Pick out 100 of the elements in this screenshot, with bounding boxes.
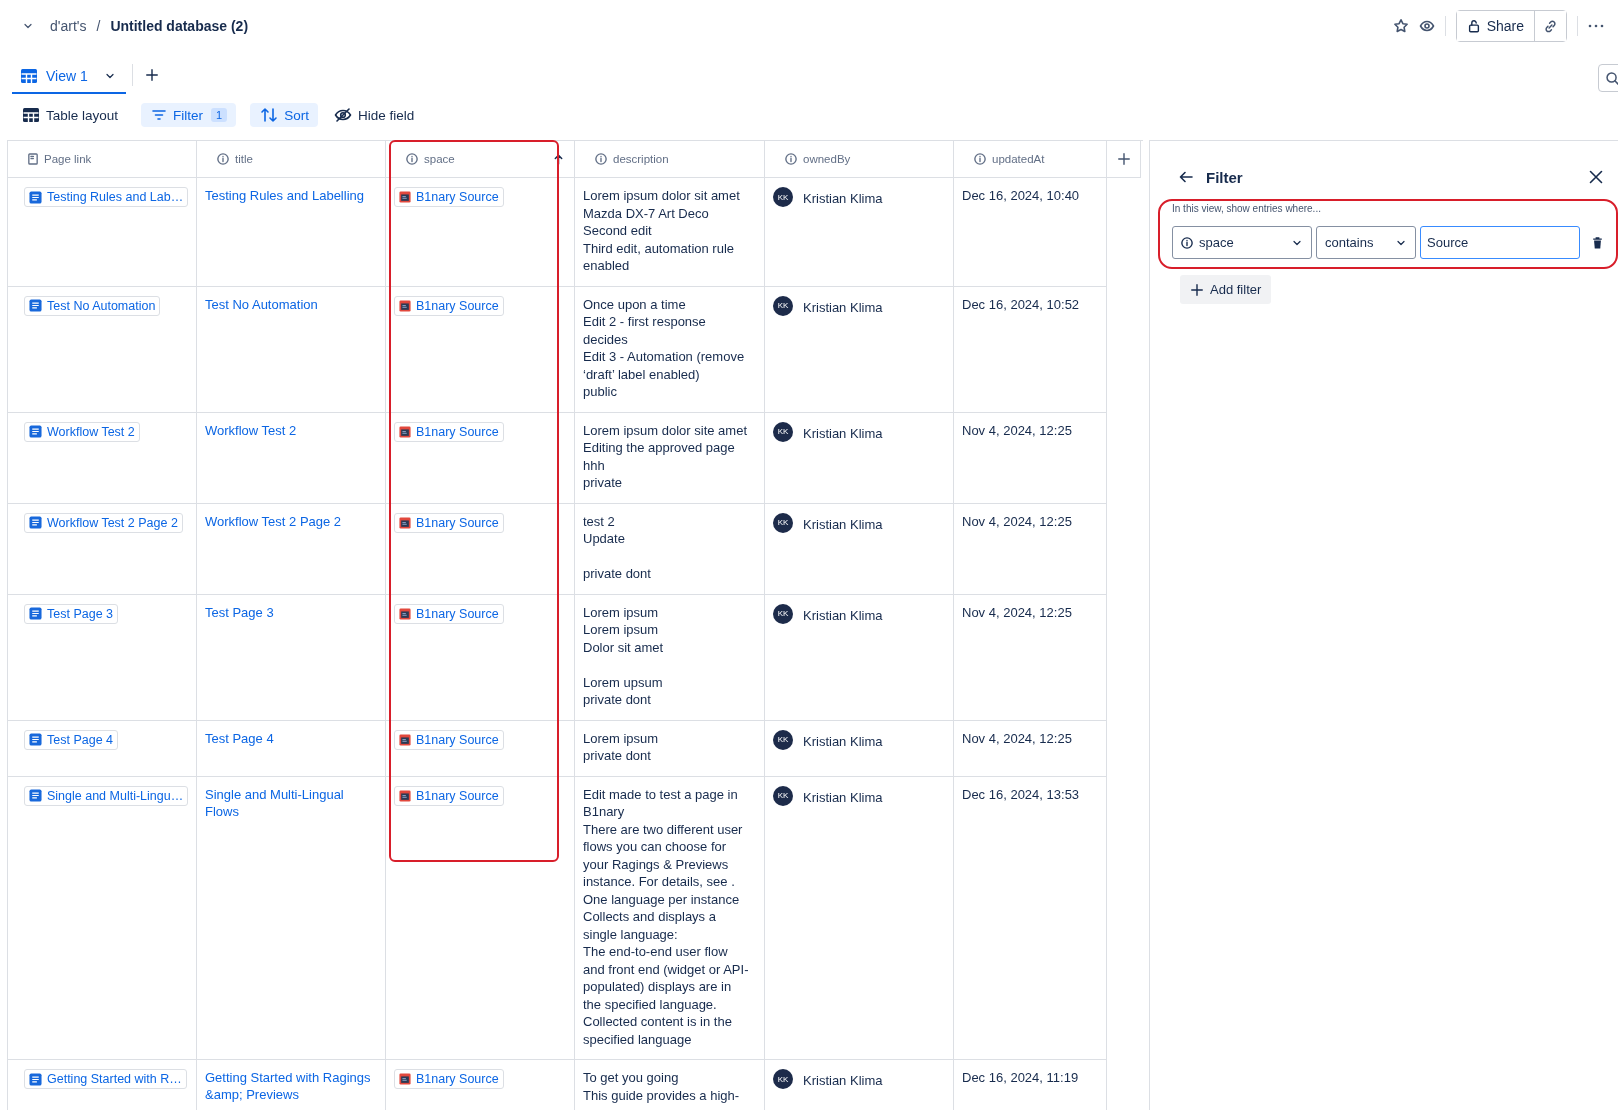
avatar: KK — [773, 785, 793, 806]
space-icon — [399, 516, 411, 529]
title-link[interactable]: Test Page 4 — [205, 729, 274, 747]
space-link[interactable]: B1nary Source — [394, 295, 504, 316]
column-header[interactable]: space — [424, 153, 455, 165]
add-view-icon[interactable] — [144, 68, 159, 82]
filter-hint: In this view, show entries where... — [1172, 203, 1322, 214]
avatar: KK — [773, 187, 793, 207]
eye-icon[interactable] — [1418, 18, 1435, 34]
description-text: To get you going This guide provides a high- — [583, 1069, 741, 1104]
page-link[interactable]: Workflow Test 2 — [24, 421, 140, 442]
space-link[interactable]: B1nary Source — [394, 1069, 504, 1089]
space-link[interactable]: B1nary Source — [394, 512, 504, 533]
title-link[interactable]: Test Page 3 — [205, 603, 274, 621]
panel-title: Filter — [1206, 168, 1243, 186]
owner-name: Kristian Klima — [803, 191, 883, 206]
date-text: Dec 16, 2024, 10:40 — [962, 188, 1080, 203]
description-text: Lorem ipsum dolor site amet Editing the approved page hhh private — [583, 421, 748, 492]
space-icon — [399, 607, 411, 620]
title-link[interactable]: Testing Rules and Labelling — [205, 187, 364, 204]
close-icon[interactable] — [1588, 169, 1604, 185]
owner-name: Kristian Klima — [803, 1073, 883, 1088]
space-icon — [399, 733, 411, 746]
title-link[interactable]: Single and Multi-Lingual Flows — [205, 785, 377, 820]
space-link[interactable]: B1nary Source — [394, 603, 504, 624]
date-text: Nov 4, 2024, 12:25 — [962, 730, 1072, 746]
star-icon[interactable] — [1392, 18, 1409, 34]
description-text: Lorem ipsum private dont — [583, 729, 660, 765]
description-text: Lorem ipsum dolor sit amet Mazda DX-7 Art Deco Second edit Third edit, automation rule enabled — [583, 187, 741, 275]
eye-slash-icon — [333, 107, 352, 123]
avatar: KK — [773, 1069, 793, 1089]
more-icon[interactable] — [1588, 24, 1604, 28]
date-text: Nov 4, 2024, 12:25 — [962, 604, 1072, 620]
space-link[interactable]: B1nary Source — [394, 187, 504, 207]
column-header[interactable]: description — [613, 153, 669, 165]
avatar: KK — [773, 512, 793, 533]
avatar: KK — [773, 603, 793, 624]
filter-value-input[interactable]: Source — [1420, 226, 1580, 259]
trash-icon[interactable] — [1592, 236, 1603, 249]
search-icon[interactable] — [1605, 70, 1618, 86]
space-icon — [399, 789, 411, 802]
owner-name: Kristian Klima — [803, 607, 883, 623]
description-text: Lorem ipsum Lorem ipsum Dolor sit amet Lorem upsum private dont — [583, 603, 665, 709]
back-arrow-icon[interactable] — [1178, 169, 1194, 185]
column-header[interactable]: ownedBy — [803, 153, 851, 165]
owner-name: Kristian Klima — [803, 789, 883, 805]
table-layout-button[interactable]: Table layout — [20, 103, 128, 127]
page-title: Untitled database (2) — [110, 18, 249, 34]
title-link[interactable]: Workflow Test 2 Page 2 — [205, 512, 342, 530]
share-button[interactable]: Share — [1456, 11, 1535, 41]
table-icon — [22, 107, 40, 123]
column-header[interactable]: updatedAt — [992, 153, 1045, 165]
owner-name: Kristian Klima — [803, 516, 883, 532]
date-text: Dec 16, 2024, 11:19 — [962, 1070, 1079, 1085]
space-link[interactable]: B1nary Source — [394, 421, 504, 442]
sort-button[interactable]: Sort — [250, 103, 318, 127]
info-icon — [595, 153, 607, 165]
document-icon — [29, 607, 42, 620]
page-link[interactable]: Testing Rules and Lab… — [24, 187, 189, 207]
document-icon — [29, 425, 42, 438]
operator-dropdown[interactable]: contains — [1316, 226, 1416, 259]
filter-icon — [151, 107, 168, 123]
table-icon — [20, 68, 38, 84]
page-link[interactable]: Test No Automation — [24, 295, 161, 316]
space-icon — [399, 425, 411, 438]
owner-name: Kristian Klima — [803, 299, 883, 315]
space-link[interactable]: B1nary Source — [394, 785, 504, 806]
page-link[interactable]: Test Page 3 — [24, 603, 118, 624]
space-icon — [399, 191, 411, 203]
document-icon — [29, 1072, 42, 1086]
link-icon — [1543, 18, 1558, 34]
column-header[interactable]: title — [235, 153, 253, 165]
page-link[interactable]: Workflow Test 2 Page 2 — [24, 512, 183, 533]
info-icon — [217, 153, 229, 165]
view-tab[interactable]: View 1 — [12, 60, 126, 94]
space-icon — [399, 299, 411, 312]
title-link[interactable]: Getting Started with Ragings &amp; Previews — [205, 1069, 377, 1103]
filter-button[interactable]: Filter 1 — [141, 103, 237, 127]
add-column-icon[interactable] — [1116, 152, 1131, 166]
date-text: Dec 16, 2024, 10:52 — [962, 296, 1080, 312]
owner-name: Kristian Klima — [803, 733, 883, 749]
breadcrumb-link[interactable]: d'art's — [50, 18, 87, 34]
info-icon — [785, 153, 797, 165]
sort-icon — [260, 107, 279, 123]
page-link[interactable]: Test Page 4 — [24, 729, 118, 750]
page-icon — [28, 153, 38, 165]
page-link[interactable]: Getting Started with R… — [24, 1069, 187, 1089]
field-dropdown[interactable]: space — [1172, 226, 1312, 259]
space-icon — [399, 1073, 411, 1085]
space-link[interactable]: B1nary Source — [394, 729, 504, 750]
avatar: KK — [773, 421, 793, 442]
title-link[interactable]: Test No Automation — [205, 295, 318, 313]
page-link[interactable]: Single and Multi-Lingu… — [24, 785, 189, 806]
column-header[interactable]: Page link — [44, 153, 92, 165]
hide-field-button[interactable]: Hide field — [331, 103, 424, 127]
document-icon — [29, 190, 42, 204]
add-filter-button[interactable]: Add filter — [1180, 275, 1272, 304]
info-icon — [974, 153, 986, 165]
title-link[interactable]: Workflow Test 2 — [205, 421, 297, 439]
date-text: Dec 16, 2024, 13:53 — [962, 786, 1080, 802]
